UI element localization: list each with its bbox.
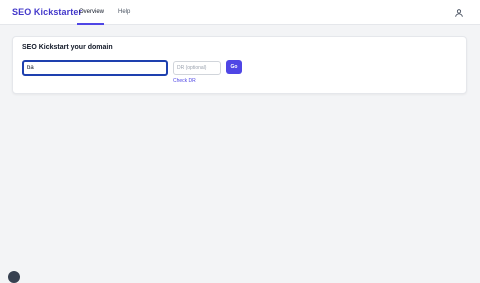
user-icon: [455, 9, 463, 17]
kickstart-card: SEO Kickstart your domain Check DR Go: [12, 36, 467, 94]
tab-help[interactable]: Help: [118, 9, 130, 15]
top-nav-bar: SEO Kickstarter Overview Help: [0, 0, 480, 25]
dr-input[interactable]: [173, 61, 221, 75]
tab-overview[interactable]: Overview: [79, 9, 104, 15]
brand-logo[interactable]: SEO Kickstarter: [12, 7, 82, 17]
domain-input[interactable]: [22, 60, 168, 76]
floating-help-button[interactable]: [8, 271, 20, 283]
go-button[interactable]: Go: [226, 60, 242, 74]
card-title: SEO Kickstart your domain: [22, 44, 113, 51]
user-menu-button[interactable]: [450, 4, 468, 22]
active-tab-indicator: [77, 23, 104, 25]
check-dr-link[interactable]: Check DR: [173, 78, 196, 84]
